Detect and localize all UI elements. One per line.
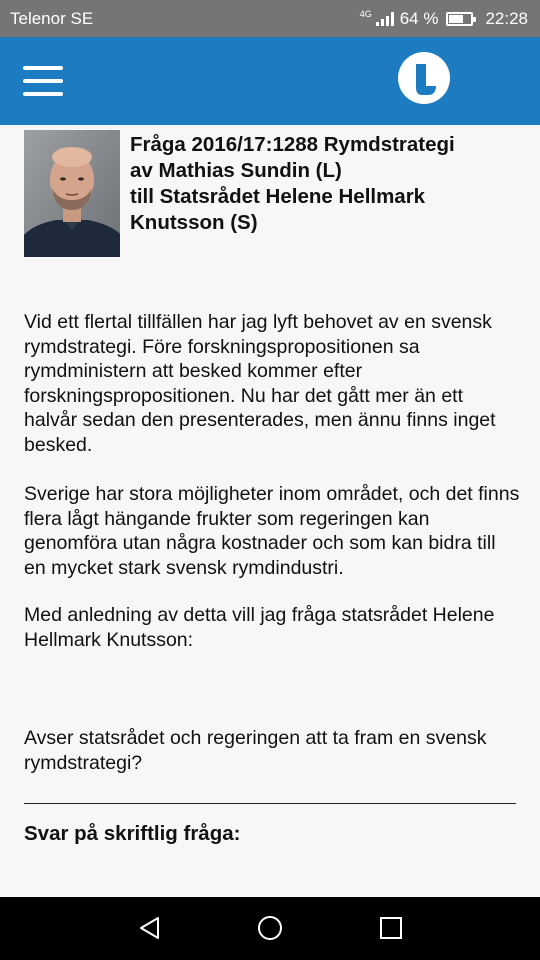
recents-square-icon[interactable] [378,915,404,946]
liberalerna-logo[interactable] [398,52,450,104]
paragraph-question: Avser statsrådet och regeringen att ta f… [24,727,487,774]
network-type: 4G [359,8,372,19]
battery-percent: 64 % [399,8,439,28]
signal-strength-icon [375,11,394,26]
battery-level-fill [449,14,463,23]
title-line: Knutsson (S) [130,211,258,234]
hamburger-menu-icon[interactable] [23,66,63,96]
clock: 22:28 [485,8,528,28]
question-title: Fråga 2016/17:1288 Rymdstrategi av Mathi… [130,132,520,236]
back-triangle-icon[interactable] [137,915,163,946]
app-header [0,37,540,125]
battery-icon [446,11,477,26]
paragraph-background: Vid ett flertal tillfällen har jag lyft … [24,311,496,456]
status-bar: Telenor SE 4G 64 % 22:28 [0,0,540,37]
divider [24,803,516,804]
answer-heading: Svar på skriftlig fråga: [24,822,241,845]
author-photo [24,130,120,257]
title-line: Fråga 2016/17:1288 Rymdstrategi [130,133,455,156]
title-line: till Statsrådet Helene Hellmark [130,185,426,208]
carrier-name: Telenor SE [10,8,94,28]
paragraph-opportunities: Sverige har stora möjligheter inom områd… [24,483,520,579]
question-content: Fråga 2016/17:1288 Rymdstrategi av Mathi… [0,125,540,897]
system-nav-bar [0,897,540,960]
home-circle-icon[interactable] [257,915,283,946]
paragraph-question-intro: Med anledning av detta vill jag fråga st… [24,604,495,651]
status-indicators: 4G 64 % 22:28 [360,9,528,29]
title-line: av Mathias Sundin (L) [130,159,342,182]
